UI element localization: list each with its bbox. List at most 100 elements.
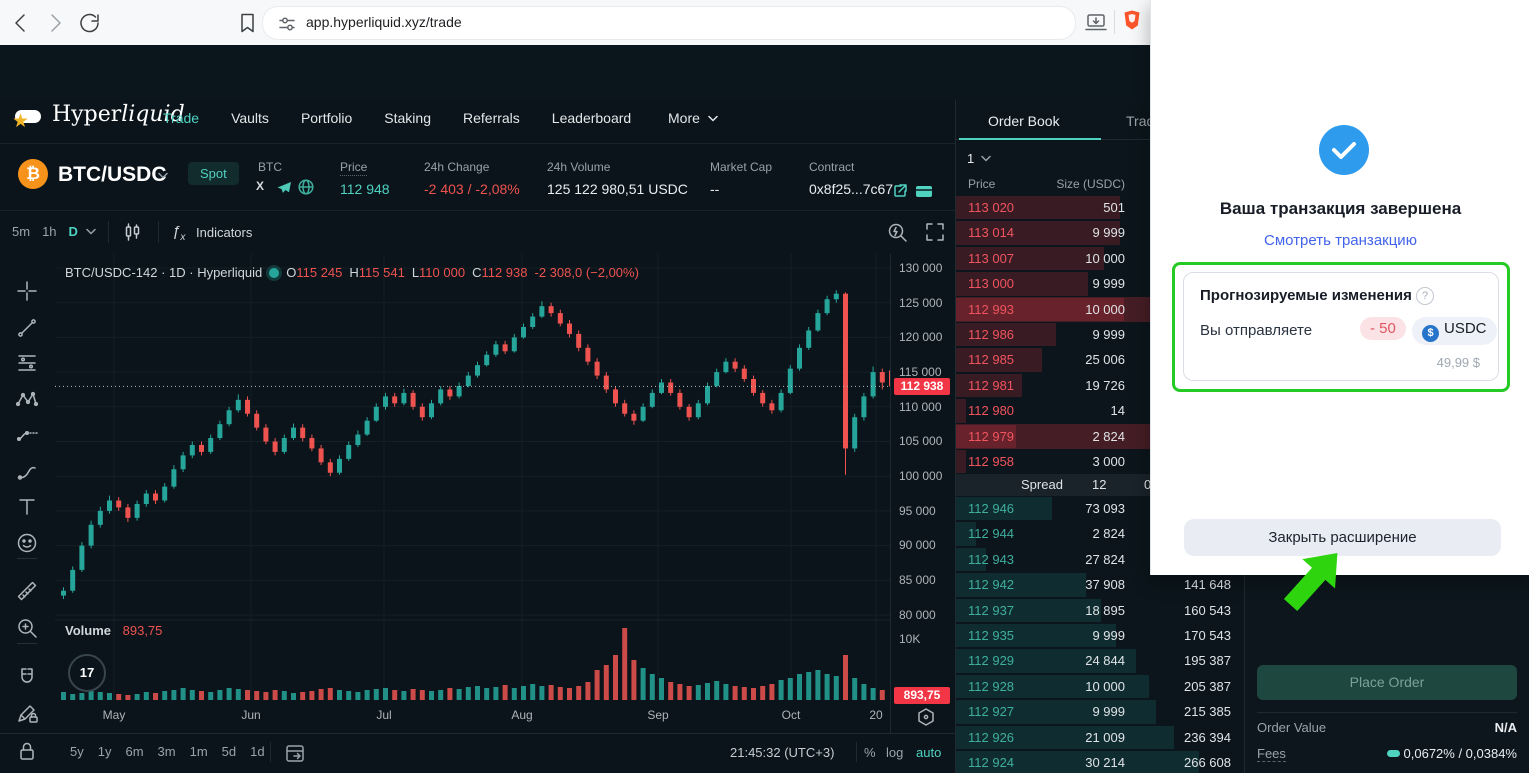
clock[interactable]: 21:45:32 (UTC+3): [730, 745, 834, 760]
view-transaction-link[interactable]: Смотреть транзакцию: [1151, 232, 1529, 249]
fees-label[interactable]: Fees: [1257, 746, 1286, 762]
order-book-row[interactable]: 112 92621 009236 394: [956, 725, 1244, 750]
tradingview-logo[interactable]: 17: [68, 654, 106, 692]
toolbar-divider: [1114, 10, 1115, 34]
candlestick-chart-canvas[interactable]: [55, 254, 890, 700]
save-to-device-icon[interactable]: [1084, 11, 1108, 35]
order-book-row[interactable]: 112 92430 214266 608: [956, 750, 1244, 773]
interval-button-1h[interactable]: 1h: [42, 224, 56, 239]
mcap-label: Market Cap: [710, 160, 772, 174]
price-axis-label: 120 000: [899, 330, 942, 344]
fullscreen-icon[interactable]: [924, 221, 946, 243]
hyperliquid-mark-icon: [1387, 747, 1400, 760]
time-axis[interactable]: MayJunJulAugSepOct20: [55, 700, 890, 733]
go-to-date-icon[interactable]: [284, 742, 306, 764]
screen: app.hyperliquid.xyz/trade Hyperliquid Tr…: [0, 0, 1529, 773]
forward-icon[interactable]: [44, 11, 68, 35]
bookmark-icon[interactable]: [236, 11, 260, 35]
drawing-lock-icon[interactable]: [16, 702, 38, 724]
price-axis-label: 90 000: [899, 538, 936, 552]
indicators-button[interactable]: Indicators: [196, 225, 252, 240]
order-book-row[interactable]: 112 92810 000205 387: [956, 674, 1244, 699]
zoom-in-icon[interactable]: [16, 617, 38, 639]
address-bar[interactable]: app.hyperliquid.xyz/trade: [262, 6, 1076, 40]
active-tab-underline: [959, 138, 1101, 140]
watchlist-bar: ★: [0, 100, 955, 144]
favorite-star-icon[interactable]: ★: [12, 110, 29, 133]
order-book-row[interactable]: 112 9359 999170 543: [956, 623, 1244, 648]
pair-chevron-icon[interactable]: [158, 172, 168, 179]
axis-settings-icon[interactable]: [915, 706, 937, 728]
interval-buttons: 5m 1h D: [12, 224, 78, 239]
quick-search-icon[interactable]: [886, 221, 908, 243]
price-label: Price: [340, 160, 367, 176]
log-scale-button[interactable]: log: [886, 745, 903, 760]
ohlc-c: C112 938: [472, 265, 527, 280]
order-book-row[interactable]: 112 93718 895160 543: [956, 598, 1244, 623]
legend-symbol[interactable]: BTC/USDC-142 · 1D · Hyperliquid: [65, 265, 262, 280]
order-book-row[interactable]: 112 92924 844195 387: [956, 648, 1244, 673]
price-axis-label: 85 000: [899, 573, 936, 587]
back-icon[interactable]: [10, 11, 34, 35]
range-button-6m[interactable]: 6m: [125, 744, 143, 759]
percent-scale-button[interactable]: %: [864, 745, 876, 760]
text-icon[interactable]: [16, 496, 38, 518]
tab-order-book[interactable]: Order Book: [988, 113, 1060, 129]
candle-style-icon[interactable]: [122, 221, 144, 243]
ruler-icon[interactable]: [16, 580, 38, 602]
grouping-select[interactable]: 1: [967, 151, 991, 166]
fees-value: 0,0672% / 0,0384%: [1387, 746, 1517, 761]
status-dot-icon: [269, 268, 279, 278]
price-axis[interactable]: 130 000125 000120 000115 000110 000105 0…: [890, 254, 956, 733]
order-book-row[interactable]: 112 9279 999215 385: [956, 699, 1244, 724]
crosshair-icon[interactable]: [16, 280, 38, 302]
volume-value: 125 122 980,51 USDC: [547, 181, 688, 197]
auto-scale-button[interactable]: auto: [916, 745, 941, 760]
reload-icon[interactable]: [78, 11, 102, 35]
price-axis-label: 115 000: [899, 365, 942, 379]
telegram-icon[interactable]: [276, 180, 292, 196]
wallet-icon[interactable]: [915, 183, 933, 201]
forecast-icon[interactable]: [16, 424, 38, 446]
brave-icon[interactable]: [1121, 9, 1143, 31]
col-header-size: Size (USDC): [1056, 177, 1125, 191]
xabcd-pattern-icon[interactable]: [16, 388, 38, 410]
contract-value[interactable]: 0x8f25...7c67: [809, 181, 893, 197]
range-button-3m[interactable]: 3m: [158, 744, 176, 759]
pair-title[interactable]: BTC/USDC: [58, 163, 167, 187]
site-settings-icon[interactable]: [277, 14, 297, 34]
token-label: BTC: [258, 160, 282, 174]
range-button-1d[interactable]: 1d: [250, 744, 264, 759]
fx-icon: ƒx: [172, 223, 185, 243]
range-button-1y[interactable]: 1y: [98, 744, 112, 759]
price-axis-label: 80 000: [899, 608, 936, 622]
x-social-icon[interactable]: X: [256, 179, 264, 193]
fib-retracement-icon[interactable]: [16, 352, 38, 374]
url-text[interactable]: app.hyperliquid.xyz/trade: [306, 14, 462, 30]
drawing-toolbar: [0, 254, 55, 773]
external-link-icon[interactable]: [891, 182, 909, 200]
magnet-icon[interactable]: [16, 666, 38, 688]
range-button-5d[interactable]: 5d: [222, 744, 236, 759]
price-value: 112 948: [340, 181, 390, 197]
interval-chevron-icon[interactable]: [86, 228, 96, 235]
emoji-icon[interactable]: [16, 532, 38, 554]
range-button-5y[interactable]: 5y: [70, 744, 84, 759]
globe-icon[interactable]: [298, 179, 314, 195]
usdc-coin-icon: $: [1422, 325, 1439, 342]
grouping-chevron-icon: [981, 155, 991, 162]
place-order-button[interactable]: Place Order: [1257, 665, 1517, 700]
ohlc-values: O115 245H115 541L110 000C112 938-2 308,0…: [286, 265, 639, 280]
mcap-value: --: [710, 181, 719, 197]
currency-pill: $USDC: [1412, 317, 1497, 345]
order-book-row[interactable]: 112 94237 908141 648: [956, 572, 1244, 597]
help-icon[interactable]: ?: [1416, 287, 1434, 305]
price-chart[interactable]: BTC/USDC-142 · 1D · Hyperliquid O115 245…: [55, 254, 890, 700]
interval-button-5m[interactable]: 5m: [12, 224, 30, 239]
range-button-1m[interactable]: 1m: [190, 744, 208, 759]
market-header: ₿ BTC/USDC Spot BTC X Price 112 948 24h …: [0, 143, 955, 211]
trend-line-icon[interactable]: [16, 317, 38, 339]
interval-button-D[interactable]: D: [69, 224, 78, 239]
brush-icon[interactable]: [16, 460, 38, 482]
success-check-icon: [1319, 125, 1369, 175]
